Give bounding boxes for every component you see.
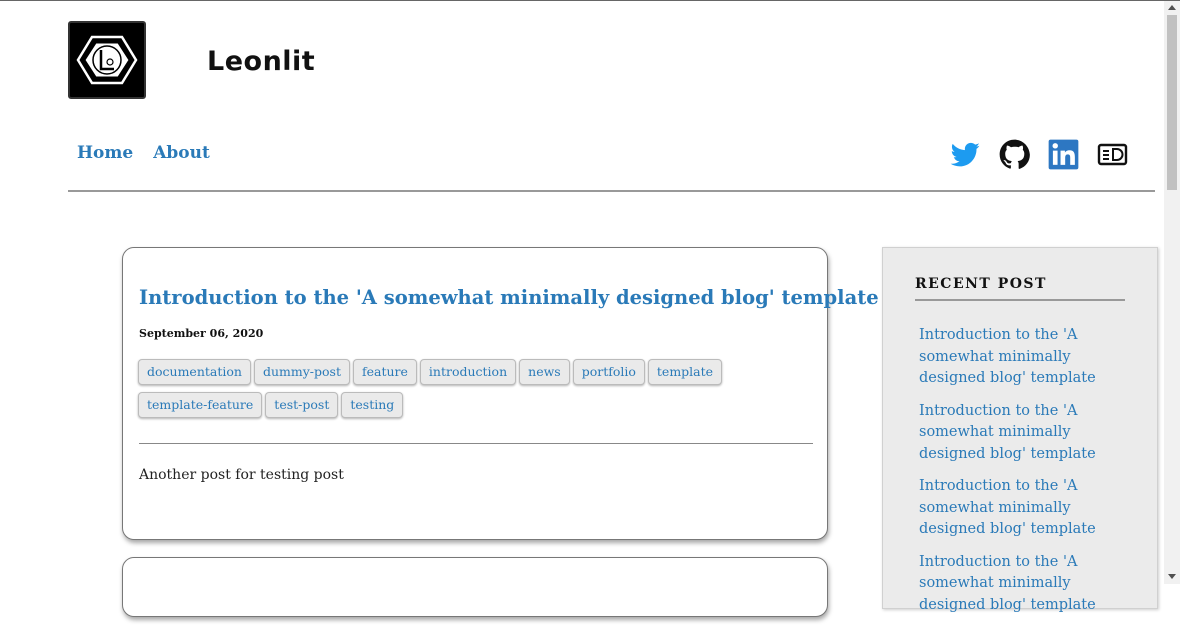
scroll-up-arrow-icon[interactable] [1168,5,1176,10]
post-divider [139,443,813,444]
nav-about-link[interactable]: About [153,143,210,163]
tag-template[interactable]: template [647,359,723,385]
recent-post-link[interactable]: Introduction to the 'A somewhat minimall… [919,476,1129,541]
github-icon[interactable] [999,139,1030,170]
header-divider [68,190,1155,192]
site-title[interactable]: Leonlit [207,46,315,77]
post-excerpt: Another post for testing post [139,467,344,483]
tag-portfolio[interactable]: portfolio [572,359,645,385]
recent-post-link[interactable]: Introduction to the 'A somewhat minimall… [919,325,1129,390]
site-logo[interactable] [68,21,146,99]
nav-home-link[interactable]: Home [77,143,133,163]
tag-documentation[interactable]: documentation [138,359,251,385]
social-links [950,139,1128,170]
main-nav: Home About [77,143,210,163]
scroll-down-arrow-icon[interactable] [1168,574,1176,579]
post-tags: documentation dummy-post feature introducti… [138,359,808,425]
hexagon-L-logo-icon [76,35,138,85]
recent-post-list: Introduction to the 'A somewhat minimall… [919,325,1129,627]
post-date: September 06, 2020 [139,327,264,340]
tag-test-post[interactable]: test-post [265,392,339,418]
recent-post-link[interactable]: Introduction to the 'A somewhat minimall… [919,401,1129,466]
sidebar-heading: RECENT POST [915,276,1047,292]
blog-icon[interactable] [1097,139,1128,170]
post-card: Introduction to the 'A somewhat minimall… [122,247,879,540]
twitter-icon[interactable] [950,139,981,170]
sidebar-divider [915,299,1125,301]
tag-dummy-post[interactable]: dummy-post [253,359,350,385]
recent-posts-sidebar: RECENT POST Introduction to the 'A somew… [882,247,1158,613]
tag-introduction[interactable]: introduction [419,359,517,385]
tag-template-feature[interactable]: template-feature [138,392,263,418]
tag-news[interactable]: news [519,359,570,385]
tag-testing[interactable]: testing [341,392,404,418]
page-scrollbar[interactable] [1164,1,1180,584]
linkedin-icon[interactable] [1048,139,1079,170]
scrollbar-thumb[interactable] [1167,15,1177,190]
recent-post-link[interactable]: Introduction to the 'A somewhat minimall… [919,552,1129,617]
tag-feature[interactable]: feature [352,359,417,385]
post-card [122,557,828,617]
post-title-link[interactable]: Introduction to the 'A somewhat minimall… [139,286,879,309]
